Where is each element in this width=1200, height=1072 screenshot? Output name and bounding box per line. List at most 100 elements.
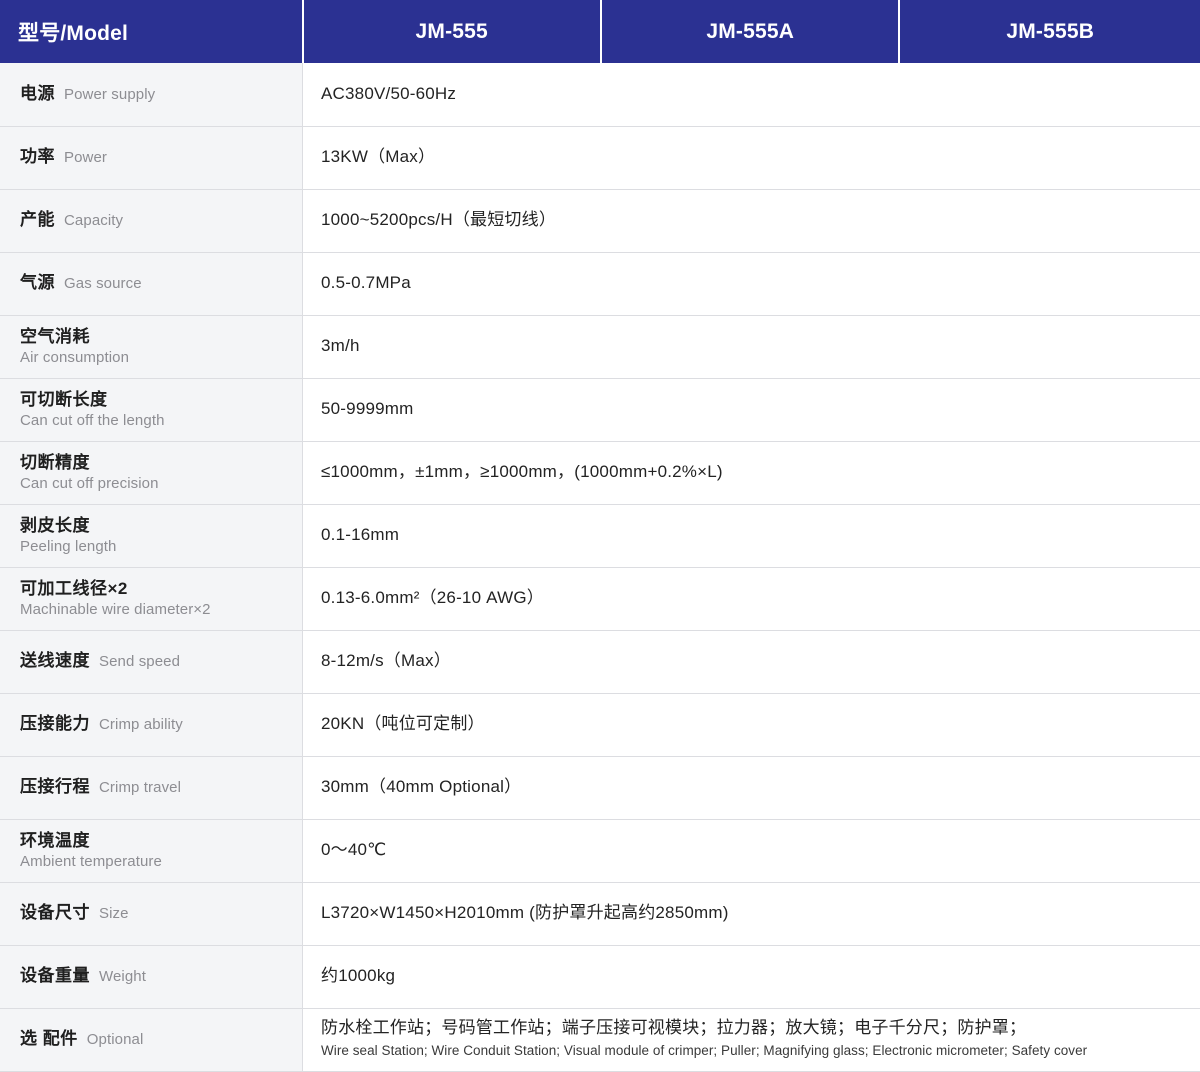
table-row: 功率Power 13KW（Max） [0, 126, 1200, 189]
spec-value-cell: 约1000kg [303, 945, 1200, 1008]
table-row: 可切断长度Can cut off the length 50-9999mm [0, 378, 1200, 441]
spec-label-en: Can cut off the length [20, 411, 302, 430]
spec-value: 13KW（Max） [321, 147, 435, 166]
spec-value: 20KN（吨位可定制） [321, 714, 485, 733]
spec-label-cn: 剥皮长度 [20, 515, 302, 537]
spec-label-cn: 压接能力 [20, 714, 90, 733]
spec-value: 防水栓工作站；号码管工作站；端子压接可视模块；拉力器；放大镜；电子千分尺；防护罩… [321, 1018, 1200, 1038]
spec-value-cell: 0.1-16mm [303, 504, 1200, 567]
table-row: 电源 Power supply AC380V/50-60Hz [0, 63, 1200, 126]
spec-label: 设备尺寸 Size [20, 903, 302, 923]
table-row: 压接行程 Crimp travel 30mm（40mm Optional） [0, 756, 1200, 819]
spec-value-cell: 20KN（吨位可定制） [303, 693, 1200, 756]
spec-label-cn: 送线速度 [20, 651, 90, 670]
spec-value-cell: 8-12m/s（Max） [303, 630, 1200, 693]
spec-label-en: Send speed [99, 653, 180, 670]
spec-label-en: Machinable wire diameter×2 [20, 600, 302, 619]
table-body: 电源 Power supply AC380V/50-60Hz 功率Power 13KW（… [0, 63, 1200, 1071]
header-row: 型号/Model JM-555 JM-555A JM-555B [0, 0, 1200, 63]
spec-label-cell: 气源 Gas source [0, 252, 303, 315]
table-row: 切断精度Can cut off precision ≤1000mm，±1mm，≥1… [0, 441, 1200, 504]
spec-label-cn: 可切断长度 [20, 389, 302, 411]
spec-value-cell: 13KW（Max） [303, 126, 1200, 189]
spec-label: 设备重量 Weight [20, 966, 302, 986]
spec-label: 切断精度Can cut off precision [20, 452, 302, 494]
spec-label-en: Power [64, 149, 107, 166]
spec-value: 0.5-0.7MPa [321, 273, 411, 292]
spec-label-cn: 压接行程 [20, 777, 90, 796]
header-column-jm-555: JM-555 [303, 0, 601, 63]
spec-value-en: Wire seal Station; Wire Conduit Station;… [321, 1041, 1200, 1061]
spec-label-cell: 产能 Capacity [0, 189, 303, 252]
header-column-jm-555a: JM-555A [601, 0, 899, 63]
spec-label-cn: 设备尺寸 [20, 903, 90, 922]
spec-label-en: Gas source [64, 275, 142, 292]
spec-label: 气源 Gas source [20, 273, 302, 293]
spec-label-en: Air consumption [20, 348, 302, 367]
spec-label-en: Crimp travel [99, 779, 181, 796]
spec-value: 3m/h [321, 336, 360, 355]
spec-label-en: Capacity [64, 212, 123, 229]
spec-label-cn: 选 配件 [20, 1029, 78, 1048]
spec-label-cell: 压接能力 Crimp ability [0, 693, 303, 756]
table-row: 剥皮长度Peeling length 0.1-16mm [0, 504, 1200, 567]
table-row: 压接能力 Crimp ability 20KN（吨位可定制） [0, 693, 1200, 756]
spec-label-en: Crimp ability [99, 716, 183, 733]
spec-value: 8-12m/s（Max） [321, 651, 451, 670]
spec-label-cell: 可切断长度Can cut off the length [0, 378, 303, 441]
header-model-label: 型号/Model [0, 0, 303, 63]
spec-label-en: Can cut off precision [20, 474, 302, 493]
spec-label-cn: 设备重量 [20, 966, 90, 985]
spec-label-cn: 空气消耗 [20, 326, 302, 348]
spec-label-en: Size [99, 905, 129, 922]
table-row: 空气消耗Air consumption 3m/h [0, 315, 1200, 378]
specifications-table: 型号/Model JM-555 JM-555A JM-555B 电源 Power … [0, 0, 1200, 1072]
spec-label-cell: 电源 Power supply [0, 63, 303, 126]
spec-value-cell: AC380V/50-60Hz [303, 63, 1200, 126]
spec-value-cell: 0.13-6.0mm²（26-10 AWG） [303, 567, 1200, 630]
spec-label-en: Peeling length [20, 537, 302, 556]
spec-label-cn: 电源 [20, 84, 55, 103]
spec-value: 50-9999mm [321, 399, 414, 418]
spec-value: 30mm（40mm Optional） [321, 777, 521, 796]
spec-label-cell: 送线速度 Send speed [0, 630, 303, 693]
spec-label-cn: 环境温度 [20, 830, 302, 852]
table-row: 设备尺寸SizeL3720×W1450×H2010mm (防护罩升起高约2850… [0, 882, 1200, 945]
spec-label-cell: 剥皮长度Peeling length [0, 504, 303, 567]
spec-label-en: Power supply [64, 86, 155, 103]
spec-label-cn: 切断精度 [20, 452, 302, 474]
spec-value-cell: 0.5-0.7MPa [303, 252, 1200, 315]
spec-label-cn: 气源 [20, 273, 55, 292]
table-row: 设备重量 Weight 约1000kg [0, 945, 1200, 1008]
spec-value: 0.1-16mm [321, 525, 399, 544]
spec-value: ≤1000mm，±1mm，≥1000mm，(1000mm+0.2%×L) [321, 462, 723, 481]
spec-label: 剥皮长度Peeling length [20, 515, 302, 557]
spec-label: 环境温度Ambient temperature [20, 830, 302, 872]
spec-label: 送线速度 Send speed [20, 651, 302, 671]
spec-label-cell: 切断精度Can cut off precision [0, 441, 303, 504]
spec-value-cell: 防水栓工作站；号码管工作站；端子压接可视模块；拉力器；放大镜；电子千分尺；防护罩… [303, 1008, 1200, 1071]
spec-label-cell: 选 配件 Optional [0, 1008, 303, 1071]
spec-value: 0.13-6.0mm²（26-10 AWG） [321, 588, 544, 607]
spec-value-cell: 30mm（40mm Optional） [303, 756, 1200, 819]
spec-label-cn: 产能 [20, 210, 55, 229]
spec-label-cell: 可加工线径×2Machinable wire diameter×2 [0, 567, 303, 630]
spec-value: 0～40℃ [321, 840, 386, 859]
spec-label: 压接能力 Crimp ability [20, 714, 302, 734]
spec-label-en: Weight [99, 968, 146, 985]
spec-value-cell: 50-9999mm [303, 378, 1200, 441]
spec-label: 电源 Power supply [20, 84, 302, 104]
spec-label-cell: 设备尺寸 Size [0, 882, 303, 945]
spec-label: 功率Power [20, 147, 302, 167]
spec-label-cell: 压接行程 Crimp travel [0, 756, 303, 819]
table-header: 型号/Model JM-555 JM-555A JM-555B [0, 0, 1200, 63]
spec-label: 可加工线径×2Machinable wire diameter×2 [20, 578, 302, 620]
spec-value-cell: ≤1000mm，±1mm，≥1000mm，(1000mm+0.2%×L) [303, 441, 1200, 504]
spec-label-cell: 设备重量 Weight [0, 945, 303, 1008]
table-row: 可加工线径×2Machinable wire diameter×2 0.13-6.… [0, 567, 1200, 630]
spec-value: 1000~5200pcs/H（最短切线） [321, 210, 556, 229]
spec-label-cell: 功率Power [0, 126, 303, 189]
spec-value: AC380V/50-60Hz [321, 84, 456, 103]
spec-label-en: Optional [87, 1031, 144, 1048]
table-row: 送线速度 Send speed 8-12m/s（Max） [0, 630, 1200, 693]
